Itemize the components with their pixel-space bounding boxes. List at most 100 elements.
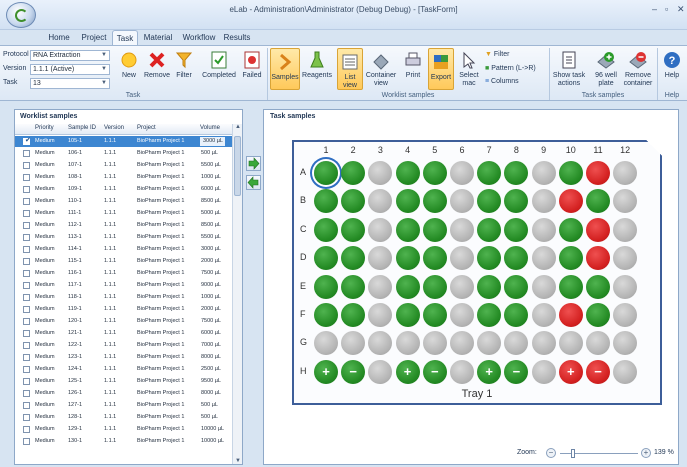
well-b11[interactable] xyxy=(586,189,610,214)
select-mac-button[interactable]: Select mac xyxy=(456,50,482,88)
well-f6[interactable] xyxy=(450,303,474,327)
task-select[interactable]: 13 ▼ xyxy=(30,78,110,89)
well-d12[interactable] xyxy=(613,246,638,271)
row-checkbox[interactable] xyxy=(23,426,30,433)
table-row[interactable]: Medium 112-1 1.1.1 BioPharm Project 1 8500 µ… xyxy=(15,220,233,231)
well-g12[interactable] xyxy=(613,331,638,356)
table-row[interactable]: Medium 125-1 1.1.1 BioPharm Project 1 9500 µ… xyxy=(15,376,233,387)
well-c7[interactable] xyxy=(477,217,502,242)
well-c5[interactable] xyxy=(422,217,447,242)
column-header-project[interactable]: Project xyxy=(137,125,156,131)
table-row[interactable]: Medium 126-1 1.1.1 BioPharm Project 1 8000 µ… xyxy=(15,388,233,399)
well-f10[interactable] xyxy=(558,303,583,327)
well-a7[interactable] xyxy=(477,161,502,185)
remove-container-button[interactable]: Remove container xyxy=(623,50,653,88)
row-checkbox[interactable] xyxy=(23,318,30,325)
well-g7[interactable] xyxy=(477,331,502,356)
protocol-select[interactable]: RNA Extraction ▼ xyxy=(30,50,110,61)
well-d2[interactable] xyxy=(341,246,366,271)
pattern-button[interactable]: ■ Pattern (L->R) xyxy=(485,65,536,72)
close-button[interactable]: ✕ xyxy=(677,4,685,15)
well-c10[interactable] xyxy=(558,217,583,242)
well-h1[interactable]: + xyxy=(314,359,338,384)
well-c3[interactable] xyxy=(368,217,393,242)
list-view-button[interactable]: List view xyxy=(337,48,363,90)
well-e8[interactable] xyxy=(504,274,529,299)
print-button[interactable]: Print xyxy=(401,50,425,80)
table-row[interactable]: Medium 109-1 1.1.1 BioPharm Project 1 6000 µ… xyxy=(15,184,233,195)
table-row[interactable]: Medium 117-1 1.1.1 BioPharm Project 1 9000 µ… xyxy=(15,280,233,291)
remove-from-task-button[interactable] xyxy=(246,175,261,190)
row-checkbox[interactable] xyxy=(23,258,30,265)
well-g4[interactable] xyxy=(395,331,420,356)
row-checkbox[interactable] xyxy=(23,246,30,253)
table-row[interactable]: Medium 129-1 1.1.1 BioPharm Project 1 10000 … xyxy=(15,424,233,435)
well-e6[interactable] xyxy=(450,274,474,299)
well-h5[interactable]: − xyxy=(422,359,447,384)
table-row[interactable]: Medium 124-1 1.1.1 BioPharm Project 1 2500 µ… xyxy=(15,364,233,375)
zoom-slider[interactable] xyxy=(560,449,638,458)
well-e11[interactable] xyxy=(586,274,610,299)
table-row[interactable]: Medium 122-1 1.1.1 BioPharm Project 1 7000 µ… xyxy=(15,340,233,351)
well-d8[interactable] xyxy=(504,246,529,271)
well-d5[interactable] xyxy=(422,246,447,271)
row-checkbox[interactable] xyxy=(23,294,30,301)
table-row[interactable]: Medium 107-1 1.1.1 BioPharm Project 1 5500 µ… xyxy=(15,160,233,171)
column-header-volume[interactable]: Volume xyxy=(200,125,220,131)
well-e7[interactable] xyxy=(477,274,502,299)
container-view-button[interactable]: Container view xyxy=(364,50,398,88)
well-h11[interactable]: − xyxy=(586,359,610,384)
well-d10[interactable] xyxy=(558,246,583,271)
row-checkbox[interactable] xyxy=(23,438,30,445)
filter-small-button[interactable]: ▼ Filter xyxy=(485,51,509,58)
well-f7[interactable] xyxy=(477,303,502,327)
version-select[interactable]: 1.1.1 (Active) ▼ xyxy=(30,64,110,75)
row-checkbox[interactable] xyxy=(23,330,30,337)
well-h10[interactable]: + xyxy=(558,359,583,384)
scrollbar-thumb[interactable] xyxy=(234,136,241,196)
row-checkbox[interactable] xyxy=(23,162,30,169)
new-button[interactable]: New xyxy=(116,50,142,80)
zoom-out-icon[interactable]: − xyxy=(546,448,556,458)
row-checkbox[interactable] xyxy=(23,354,30,361)
well-d6[interactable] xyxy=(450,246,474,271)
well-f11[interactable] xyxy=(586,303,610,327)
row-checkbox[interactable] xyxy=(23,186,30,193)
well-b7[interactable] xyxy=(477,189,502,214)
well-f1[interactable] xyxy=(314,303,338,327)
well-h12[interactable] xyxy=(613,359,638,384)
row-checkbox[interactable] xyxy=(23,366,30,373)
well-a9[interactable] xyxy=(531,161,556,185)
column-header-sample-id[interactable]: Sample ID xyxy=(68,125,96,131)
well-a1[interactable] xyxy=(314,161,338,185)
add-to-task-button[interactable] xyxy=(246,156,261,171)
filter-button[interactable]: Filter xyxy=(173,50,195,80)
table-row[interactable]: Medium 106-1 1.1.1 BioPharm Project 1 500 µL xyxy=(15,148,233,159)
table-row[interactable]: Medium 111-1 1.1.1 BioPharm Project 1 5000 µ… xyxy=(15,208,233,219)
well-a11[interactable] xyxy=(586,161,610,185)
well-d4[interactable] xyxy=(395,246,420,271)
table-row[interactable]: Medium 110-1 1.1.1 BioPharm Project 1 8500 µ… xyxy=(15,196,233,207)
table-row[interactable]: ✔ Medium 105-1 1.1.1 BioPharm Project 1 3000 … xyxy=(15,136,233,147)
worklist-scrollbar[interactable]: ▲ ▼ xyxy=(232,124,242,464)
well-g5[interactable] xyxy=(422,331,447,356)
table-row[interactable]: Medium 113-1 1.1.1 BioPharm Project 1 5500 µ… xyxy=(15,232,233,243)
row-checkbox[interactable] xyxy=(23,174,30,181)
zoom-in-icon[interactable]: + xyxy=(641,448,651,458)
well-e12[interactable] xyxy=(613,274,638,299)
table-row[interactable]: Medium 118-1 1.1.1 BioPharm Project 1 1000 µ… xyxy=(15,292,233,303)
tab-workflow[interactable]: Workflow xyxy=(180,30,218,45)
well-h9[interactable] xyxy=(531,359,556,384)
well-b3[interactable] xyxy=(368,189,393,214)
well-f9[interactable] xyxy=(531,303,556,327)
well-a6[interactable] xyxy=(450,161,474,185)
column-header-version[interactable]: Version xyxy=(104,125,124,131)
well-h7[interactable]: + xyxy=(477,359,502,384)
well-c2[interactable] xyxy=(341,217,366,242)
well-e2[interactable] xyxy=(341,274,366,299)
well-b4[interactable] xyxy=(395,189,420,214)
table-row[interactable]: Medium 108-1 1.1.1 BioPharm Project 1 1000 µ… xyxy=(15,172,233,183)
minimize-button[interactable]: – xyxy=(652,4,657,14)
samples-button[interactable]: Samples xyxy=(270,48,300,90)
reagents-button[interactable]: Reagents xyxy=(301,50,333,80)
